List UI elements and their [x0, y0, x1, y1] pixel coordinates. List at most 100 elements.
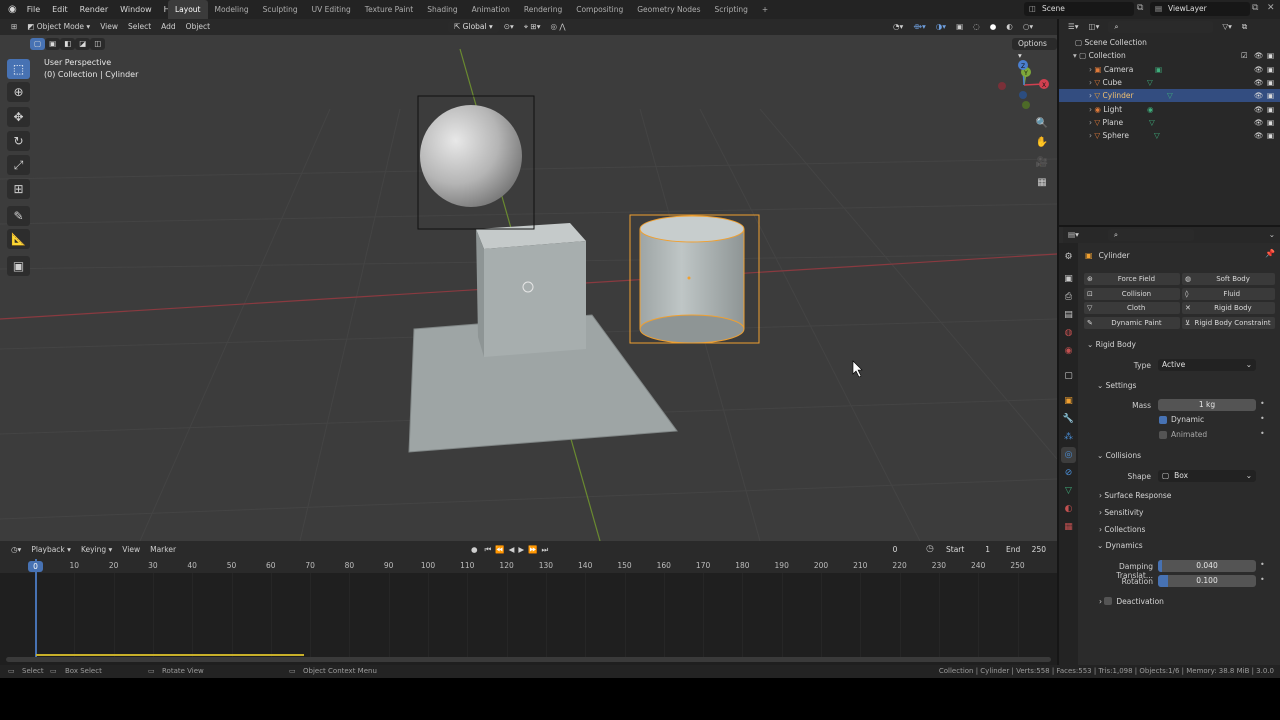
filter-icon[interactable]: ▽▾ [1217, 19, 1237, 35]
outliner-editor-icon[interactable]: ☰▾ [1063, 19, 1084, 35]
shading-solid-icon[interactable]: ● [985, 19, 1002, 35]
render-icon[interactable]: ▣ [1267, 103, 1274, 116]
surface-response-subpanel-header[interactable]: › Surface Response [1099, 491, 1171, 500]
collection-visibility-icon[interactable]: 👁 [1254, 49, 1264, 62]
material-tab-icon[interactable]: ◐ [1061, 501, 1076, 517]
transform-orientation-dropdown[interactable]: ⇱ Global ▾ [448, 21, 499, 33]
scene-tab-icon[interactable]: ◍ [1061, 325, 1076, 341]
view-layer-tab-icon[interactable]: ▤ [1061, 307, 1076, 323]
select-intersect-icon[interactable]: ◫ [90, 38, 106, 50]
scene-collection-row[interactable]: ▢ Scene Collection [1059, 36, 1280, 49]
rotation-damping-slider[interactable]: 0.100 [1158, 575, 1256, 587]
render-tab-icon[interactable]: ▣ [1061, 271, 1076, 287]
world-tab-icon[interactable]: ◉ [1061, 343, 1076, 359]
tab-geometry-nodes[interactable]: Geometry Nodes [630, 0, 707, 19]
annotate-tool[interactable]: ✎ [7, 206, 30, 226]
outliner-search-input[interactable]: ⌕ [1108, 21, 1214, 33]
collection-tab-icon[interactable]: ▢ [1061, 368, 1076, 384]
shape-dropdown[interactable]: ▢ Box ⌄ [1158, 470, 1256, 482]
blender-logo-icon[interactable]: ◉ [4, 0, 21, 19]
collection-row[interactable]: ▾ ▢ Collection ☑ 👁 ▣ [1059, 49, 1280, 62]
menu-render[interactable]: Render [74, 0, 114, 19]
transform-tool[interactable]: ⊞ [7, 179, 30, 199]
soft-body-button[interactable]: ◍ Soft Body [1182, 273, 1275, 285]
scene-selector[interactable]: ◫ Scene [1024, 2, 1134, 16]
type-dropdown[interactable]: Active ⌄ [1158, 359, 1256, 371]
tab-modeling[interactable]: Modeling [208, 0, 256, 19]
visibility-icon[interactable]: 👁 [1254, 89, 1264, 102]
new-collection-icon[interactable]: ⧉ [1237, 19, 1252, 35]
collision-button[interactable]: ⊡ Collision [1084, 288, 1180, 300]
new-scene-icon[interactable]: ⧉ [1137, 3, 1143, 13]
gizmo-toggle-icon[interactable]: ⟴▾ [908, 19, 930, 35]
options-dropdown[interactable]: Options ▾ [1012, 38, 1057, 60]
modifier-tab-icon[interactable]: 🔧 [1061, 411, 1076, 427]
timeline-scrollbar[interactable] [6, 657, 1051, 662]
visibility-icon[interactable]: 👁 [1254, 129, 1264, 142]
visibility-icon[interactable]: 👁 [1254, 116, 1264, 129]
shading-wireframe-icon[interactable]: ◌ [968, 19, 985, 35]
visibility-icon[interactable]: 👁 [1254, 63, 1264, 76]
menu-select[interactable]: Select [123, 19, 156, 35]
fluid-button[interactable]: ◊ Fluid [1182, 288, 1275, 300]
3d-viewport[interactable]: ⊞ ◩ Object Mode ▾ View Select Add Object… [0, 19, 1057, 541]
visibility-icon[interactable]: 👁 [1254, 76, 1264, 89]
object-tab-icon[interactable]: ▣ [1061, 393, 1076, 409]
keyframe-dot-icon[interactable]: • [1260, 414, 1265, 423]
add-cube-tool[interactable]: ▣ [7, 256, 30, 276]
mass-field[interactable]: 1 kg [1158, 399, 1256, 411]
outliner-item-cylinder[interactable]: › ▽ Cylinder ▽ 👁 ▣ [1059, 89, 1280, 102]
output-tab-icon[interactable]: ⎙ [1061, 289, 1076, 305]
rotate-tool[interactable]: ↻ [7, 131, 30, 151]
cursor-tool[interactable]: ⊕ [7, 82, 30, 102]
properties-search-input[interactable]: ⌕ [1107, 229, 1194, 241]
add-workspace-button[interactable]: + [755, 0, 775, 19]
select-new-icon[interactable]: ▢ [30, 38, 46, 50]
select-invert-icon[interactable]: ◪ [75, 38, 91, 50]
dynamics-subpanel-header[interactable]: ⌄ Dynamics [1097, 541, 1143, 550]
collection-checkbox-icon[interactable]: ☑ [1241, 49, 1248, 62]
tab-scripting[interactable]: Scripting [708, 0, 755, 19]
render-icon[interactable]: ▣ [1267, 63, 1274, 76]
navigation-gizmo[interactable]: X Y Z [996, 57, 1052, 113]
shading-material-icon[interactable]: ◐ [1001, 19, 1018, 35]
properties-options-icon[interactable]: ⌄ [1264, 227, 1280, 243]
timeline[interactable]: ◷▾ Playback ▾ Keying ▾ View Marker ● ⏮ ⏪… [0, 541, 1057, 665]
render-icon[interactable]: ▣ [1267, 89, 1274, 102]
menu-object[interactable]: Object [181, 19, 215, 35]
render-icon[interactable]: ▣ [1267, 129, 1274, 142]
new-view-layer-icon[interactable]: ⧉ [1252, 3, 1258, 13]
keyframe-dot-icon[interactable]: • [1260, 399, 1265, 408]
cloth-button[interactable]: ▽ Cloth [1084, 302, 1180, 314]
rigid-body-button[interactable]: ✕ Rigid Body [1182, 302, 1275, 314]
select-extend-icon[interactable]: ▣ [45, 38, 61, 50]
shading-rendered-icon[interactable]: ○▾ [1018, 19, 1038, 35]
pin-icon[interactable]: 📌 [1265, 249, 1275, 258]
scale-tool[interactable]: ⤢ [7, 155, 30, 175]
ortho-grid-icon[interactable]: ▦ [1034, 174, 1050, 190]
visibility-icon[interactable]: 👁 [1254, 103, 1264, 116]
menu-edit[interactable]: Edit [46, 0, 74, 19]
xray-toggle-icon[interactable]: ▣ [951, 19, 968, 35]
collection-render-icon[interactable]: ▣ [1267, 49, 1274, 62]
render-icon[interactable]: ▣ [1267, 76, 1274, 89]
deactivation-subpanel-header[interactable]: › Deactivation [1099, 597, 1164, 606]
mode-dropdown[interactable]: ◩ Object Mode ▾ [22, 19, 95, 35]
tab-rendering[interactable]: Rendering [517, 0, 569, 19]
select-subtract-icon[interactable]: ◧ [60, 38, 76, 50]
tab-sculpting[interactable]: Sculpting [256, 0, 305, 19]
properties-editor-icon[interactable]: ▤▾ [1063, 227, 1084, 243]
texture-tab-icon[interactable]: ▦ [1061, 519, 1076, 535]
force-field-button[interactable]: ⊛ Force Field [1084, 273, 1180, 285]
render-icon[interactable]: ▣ [1267, 116, 1274, 129]
outliner-item-light[interactable]: › ◉ Light ◉ 👁 ▣ [1059, 103, 1280, 116]
physics-tab-icon[interactable]: ◎ [1061, 447, 1076, 463]
editor-type-icon[interactable]: ⊞ [6, 19, 22, 35]
pan-hand-icon[interactable]: ✋ [1034, 134, 1050, 150]
menu-add[interactable]: Add [156, 19, 181, 35]
rigid-body-panel-header[interactable]: ⌄ Rigid Body [1087, 340, 1136, 349]
display-mode-icon[interactable]: ◫▾ [1084, 19, 1105, 35]
view-layer-selector[interactable]: ▤ ViewLayer [1150, 2, 1250, 16]
tab-texture-paint[interactable]: Texture Paint [358, 0, 420, 19]
settings-subpanel-header[interactable]: ⌄ Settings [1097, 381, 1136, 390]
